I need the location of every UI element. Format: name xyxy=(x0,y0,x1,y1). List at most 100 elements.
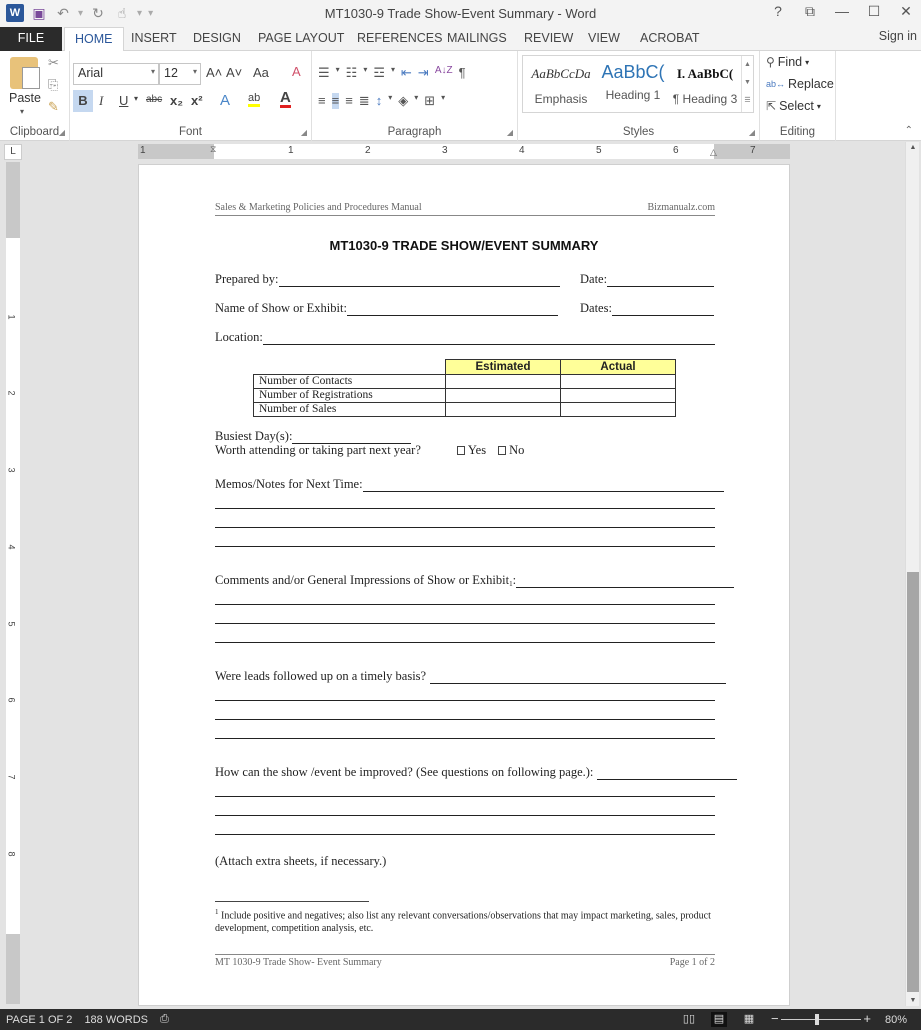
zoom-level[interactable]: 80% xyxy=(885,1014,907,1026)
dates-field[interactable]: Dates: xyxy=(580,301,714,316)
vertical-ruler[interactable]: 1 2 3 4 5 6 7 8 xyxy=(6,162,20,1004)
tab-home[interactable]: HOME xyxy=(64,27,124,52)
clear-formatting-icon[interactable]: A xyxy=(292,64,301,79)
bullets-button[interactable]: ☰ xyxy=(318,65,330,81)
font-size-select[interactable]: 12 ▾ xyxy=(159,63,201,85)
paste-button[interactable]: Paste xyxy=(9,91,41,105)
align-right-button[interactable]: ≡ xyxy=(345,93,353,109)
web-layout-icon[interactable]: ▦ xyxy=(741,1012,757,1027)
location-line[interactable] xyxy=(262,332,715,345)
leads-line-2[interactable] xyxy=(215,700,715,701)
location-field[interactable]: Location: xyxy=(215,330,715,345)
improved-line[interactable] xyxy=(597,767,738,780)
tab-insert[interactable]: INSERT xyxy=(121,27,187,51)
memos-line-3[interactable] xyxy=(215,527,715,528)
align-left-button[interactable]: ≡ xyxy=(318,93,326,109)
zoom-slider[interactable]: − + xyxy=(771,1011,871,1027)
leads-line-3[interactable] xyxy=(215,719,715,720)
read-mode-icon[interactable]: ▯▯ xyxy=(681,1012,697,1027)
scrollbar-thumb[interactable] xyxy=(907,572,919,992)
align-center-button[interactable]: ≡ xyxy=(331,93,340,109)
leads-field[interactable]: Were leads followed up on a timely basis… xyxy=(215,669,727,684)
shrink-font-button[interactable]: A˅ xyxy=(226,65,242,80)
font-name-select[interactable]: Arial ▾ xyxy=(73,63,159,85)
leads-line-4[interactable] xyxy=(215,738,715,739)
improved-line-3[interactable] xyxy=(215,815,715,816)
table-cell-actual[interactable] xyxy=(560,388,676,403)
style-emphasis[interactable]: AaBbCcDa Emphasis xyxy=(525,56,597,112)
comments-line[interactable] xyxy=(516,575,735,588)
bold-button[interactable]: B xyxy=(73,90,93,112)
memos-line[interactable] xyxy=(362,479,724,492)
busiest-days-field[interactable]: Busiest Day(s): xyxy=(215,429,412,444)
comments-line-3[interactable] xyxy=(215,623,715,624)
page-count-status[interactable]: PAGE 1 OF 2 xyxy=(6,1014,72,1026)
decrease-indent-button[interactable]: ⇤ xyxy=(401,65,412,81)
right-indent-marker-icon[interactable]: △ xyxy=(710,147,717,158)
no-checkbox[interactable] xyxy=(498,446,507,455)
sort-button[interactable]: A↓Z xyxy=(435,65,453,81)
tab-review[interactable]: REVIEW xyxy=(514,27,583,51)
leads-line[interactable] xyxy=(430,671,727,684)
scroll-up-icon[interactable]: ▲ xyxy=(906,144,920,151)
date-line[interactable] xyxy=(607,274,715,287)
yes-checkbox[interactable] xyxy=(456,446,465,455)
vertical-scrollbar[interactable]: ▲ ▼ xyxy=(905,142,919,1006)
proofing-icon[interactable]: ⎙ xyxy=(160,1013,169,1026)
collapse-ribbon-icon[interactable]: ⌃ xyxy=(905,125,913,136)
paste-icon[interactable] xyxy=(10,57,40,89)
zoom-in-icon[interactable]: + xyxy=(863,1011,871,1026)
table-cell-estimated[interactable] xyxy=(445,374,561,389)
show-formatting-marks-button[interactable]: ¶ xyxy=(459,65,466,81)
table-cell-estimated[interactable] xyxy=(445,402,561,417)
tab-mailings[interactable]: MAILINGS xyxy=(437,27,517,51)
replace-button[interactable]: ab↔ Replace xyxy=(766,77,834,91)
zoom-knob[interactable] xyxy=(814,1014,819,1025)
tab-acrobat[interactable]: ACROBAT xyxy=(630,27,710,51)
font-color-button[interactable]: A xyxy=(280,90,291,108)
word-count-status[interactable]: 188 WORDS xyxy=(84,1014,148,1026)
multilevel-dropdown-icon[interactable]: ▾ xyxy=(391,65,395,81)
comments-field[interactable]: Comments and/or General Impressions of S… xyxy=(215,573,735,588)
justify-button[interactable]: ≣ xyxy=(359,93,370,109)
line-spacing-button[interactable]: ↕ xyxy=(376,93,383,109)
underline-dropdown-icon[interactable]: ▾ xyxy=(134,94,138,103)
styles-scroll-down-icon[interactable]: ▼ xyxy=(742,74,753,92)
minimize-icon[interactable]: — xyxy=(833,3,851,20)
prepared-by-field[interactable]: Prepared by: xyxy=(215,272,560,287)
highlight-button[interactable]: ab xyxy=(248,92,261,107)
paste-dropdown-icon[interactable]: ▾ xyxy=(20,107,24,116)
table-cell-estimated[interactable] xyxy=(445,388,561,403)
format-painter-icon[interactable]: ✎ xyxy=(48,99,59,115)
improved-line-2[interactable] xyxy=(215,796,715,797)
numbering-dropdown-icon[interactable]: ▾ xyxy=(363,65,367,81)
subscript-button[interactable]: x₂ xyxy=(170,93,183,108)
close-icon[interactable]: ✕ xyxy=(897,3,915,20)
borders-button[interactable]: ⊞ xyxy=(424,93,435,109)
text-effects-button[interactable]: A xyxy=(220,92,230,109)
styles-launcher-icon[interactable]: ◢ xyxy=(749,128,755,137)
table-cell-actual[interactable] xyxy=(560,374,676,389)
show-name-field[interactable]: Name of Show or Exhibit: xyxy=(215,301,558,316)
document-page[interactable]: Sales & Marketing Policies and Procedure… xyxy=(138,164,790,1006)
strikethrough-button[interactable]: abc xyxy=(146,94,162,105)
comments-line-4[interactable] xyxy=(215,642,715,643)
increase-indent-button[interactable]: ⇥ xyxy=(418,65,429,81)
numbering-button[interactable]: ☷ xyxy=(346,65,358,81)
change-case-button[interactable]: Aa xyxy=(253,65,269,80)
dates-line[interactable] xyxy=(611,303,714,316)
show-name-line[interactable] xyxy=(346,303,558,316)
italic-button[interactable]: I xyxy=(99,93,103,109)
help-icon[interactable]: ? xyxy=(769,3,787,20)
styles-more-icon[interactable]: ☰ xyxy=(742,92,753,110)
font-launcher-icon[interactable]: ◢ xyxy=(301,128,307,137)
cut-icon[interactable]: ✂ xyxy=(48,55,59,71)
find-button[interactable]: ⚲ Find ▾ xyxy=(766,55,809,69)
memos-line-2[interactable] xyxy=(215,508,715,509)
scroll-down-icon[interactable]: ▼ xyxy=(906,997,920,1004)
memos-field[interactable]: Memos/Notes for Next Time: xyxy=(215,477,724,492)
tab-file[interactable]: FILE xyxy=(0,27,62,51)
line-spacing-dropdown-icon[interactable]: ▾ xyxy=(388,93,392,109)
tab-selector[interactable]: L xyxy=(4,144,22,160)
grow-font-button[interactable]: A˄ xyxy=(206,65,222,80)
